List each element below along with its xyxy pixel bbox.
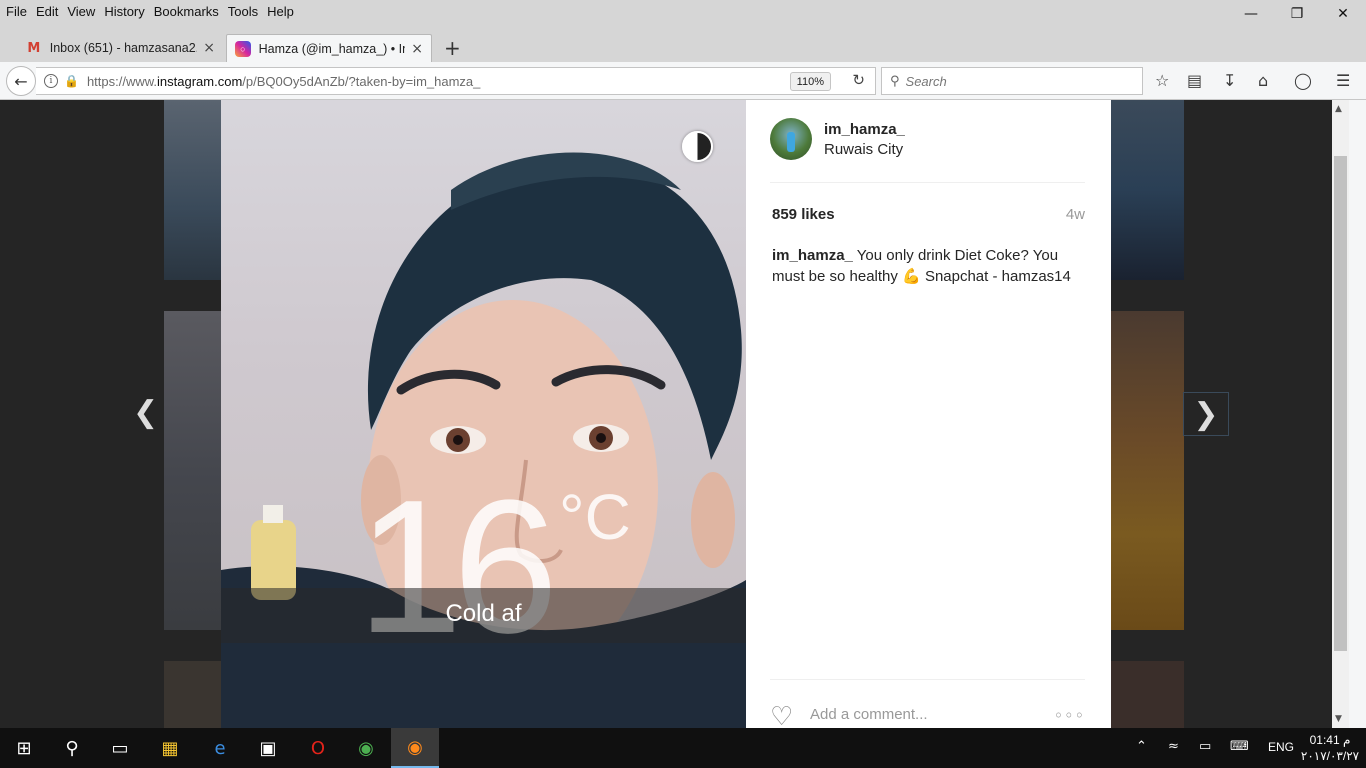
opera-icon[interactable]: O [294, 728, 342, 768]
menu-view[interactable]: View [67, 4, 95, 19]
clock[interactable]: 01:41 م ٢٠١٧/٠٣/٢٧ [1300, 732, 1360, 764]
reading-list-icon[interactable]: ▤ [1187, 71, 1202, 90]
background-thumbnail [164, 311, 221, 630]
windows-start-icon[interactable]: ⊞ [0, 728, 48, 768]
file-explorer-icon[interactable]: ▦ [146, 728, 194, 768]
search-input[interactable] [905, 73, 1126, 89]
more-options-icon[interactable]: ◦◦◦ [1054, 706, 1085, 725]
zoom-badge[interactable]: 110% [789, 72, 831, 91]
clock-time: 01:41 م [1309, 733, 1351, 747]
like-heart-icon[interactable]: ♡ [770, 704, 793, 728]
menu-help[interactable]: Help [267, 4, 294, 19]
caption-text-snapchat: Snapchat - hamzas14 [924, 268, 1071, 285]
url-prefix: https://www. [86, 73, 158, 89]
likes-count[interactable]: 859 likes [772, 206, 835, 223]
page-scrollbar[interactable]: ▲ ▼ [1332, 100, 1349, 728]
snapchat-caption-text: Cold af [445, 600, 522, 627]
clock-date: ٢٠١٧/٠٣/٢٧ [1300, 749, 1360, 763]
scroll-thumb[interactable] [1334, 156, 1347, 651]
url-domain: instagram.com [157, 73, 243, 89]
language-indicator[interactable]: ENG [1268, 740, 1294, 754]
menu-bar: File Edit View History Bookmarks Tools H… [0, 0, 1366, 22]
tab-title: Hamza (@im_hamza_) • In... [258, 41, 406, 56]
tab-gmail[interactable]: M Inbox (651) - hamzasana2... × [18, 34, 223, 62]
search-bar[interactable]: ⚲ [881, 67, 1143, 95]
menu-tools[interactable]: Tools [228, 4, 258, 19]
keyboard-icon[interactable]: ⌨ [1230, 739, 1249, 754]
next-post-arrow-icon[interactable]: ❯ [1183, 392, 1229, 436]
new-tab-icon[interactable]: + [444, 36, 461, 60]
task-view-icon[interactable]: ▭ [96, 728, 144, 768]
gmail-icon: M [27, 40, 41, 56]
pocket-icon[interactable]: ◯ [1294, 71, 1312, 90]
scroll-down-icon[interactable]: ▼ [1335, 714, 1342, 724]
menu-history[interactable]: History [104, 4, 144, 19]
background-thumbnail [1111, 661, 1184, 728]
post-username[interactable]: im_hamza_ [824, 121, 905, 138]
divider [770, 182, 1085, 183]
tab-title: Inbox (651) - hamzasana2... [49, 41, 198, 55]
instagram-icon: ○ [235, 40, 251, 57]
menu-file[interactable]: File [6, 4, 27, 19]
flexed-biceps-icon: 💪 [902, 267, 921, 285]
tab-instagram[interactable]: ○ Hamza (@im_hamza_) • In... × [226, 34, 432, 62]
previous-post-arrow-icon[interactable]: ❮ [133, 395, 158, 430]
caption-username[interactable]: im_hamza_ [772, 247, 853, 264]
wifi-icon[interactable]: ≈ [1168, 739, 1179, 754]
temperature-unit: °C [559, 481, 631, 553]
post-photo[interactable]: 16 °C Cold af [221, 100, 746, 728]
tab-strip: M Inbox (651) - hamzasana2... × ○ Hamza … [0, 22, 1366, 62]
download-icon[interactable]: ↧ [1223, 71, 1236, 90]
page-content: ❮ ❯ 16 °C Cold af im_hamza_ Ruwais City … [0, 100, 1332, 728]
post-location[interactable]: Ruwais City [824, 141, 903, 158]
back-button[interactable]: ← [6, 66, 36, 96]
post-time[interactable]: 4w [1066, 206, 1085, 223]
scroll-up-icon[interactable]: ▲ [1335, 104, 1342, 114]
background-thumbnail [1111, 311, 1184, 630]
url-bar[interactable]: i 🔒 https://www.instagram.com/p/BQ0Oy5dA… [36, 67, 876, 95]
search-icon[interactable]: ⚲ [48, 728, 96, 768]
close-tab-icon[interactable]: × [411, 41, 423, 57]
lock-icon[interactable]: 🔒 [64, 74, 79, 88]
menu-edit[interactable]: Edit [36, 4, 58, 19]
window-edge [1349, 100, 1366, 728]
post-info-panel: im_hamza_ Ruwais City 859 likes 4w im_ha… [746, 100, 1111, 728]
chrome-icon[interactable]: ◉ [342, 728, 390, 768]
hamburger-menu-icon[interactable]: ☰ [1336, 71, 1350, 90]
url-path: /p/BQ0Oy5dAnZb/?taken-by=im_hamza_ [242, 73, 481, 89]
post-caption: im_hamza_ You only drink Diet Coke? You … [772, 246, 1087, 287]
taskbar: ⊞ ⚲ ▭ ▦ e ▣ O ◉ ◉ ⌃ ≈ ▭ ⌨ ENG 01:41 م ٢٠… [0, 728, 1366, 768]
background-thumbnail [1111, 100, 1184, 280]
background-thumbnail [164, 661, 221, 728]
store-icon[interactable]: ▣ [244, 728, 292, 768]
night-mode-icon [682, 131, 713, 162]
background-thumbnail [164, 100, 221, 280]
firefox-icon[interactable]: ◉ [391, 728, 439, 768]
info-icon[interactable]: i [44, 74, 58, 88]
reload-icon[interactable]: ↻ [852, 71, 865, 89]
close-tab-icon[interactable]: × [203, 40, 215, 56]
battery-icon[interactable]: ▭ [1199, 739, 1211, 754]
url-text[interactable]: https://www.instagram.com/p/BQ0Oy5dAnZb/… [87, 74, 480, 89]
search-icon: ⚲ [890, 73, 900, 89]
edge-browser-icon[interactable]: e [196, 728, 244, 768]
temperature-sticker: 16 [357, 461, 558, 673]
menu-bookmarks[interactable]: Bookmarks [154, 4, 219, 19]
bookmark-star-icon[interactable]: ☆ [1155, 71, 1169, 90]
home-icon[interactable]: ⌂ [1258, 71, 1268, 90]
divider [770, 679, 1085, 680]
show-hidden-icons-icon[interactable]: ⌃ [1136, 739, 1147, 754]
comment-input[interactable] [810, 706, 1040, 723]
avatar[interactable] [770, 118, 812, 160]
navigation-bar: i 🔒 https://www.instagram.com/p/BQ0Oy5dA… [0, 62, 1366, 100]
